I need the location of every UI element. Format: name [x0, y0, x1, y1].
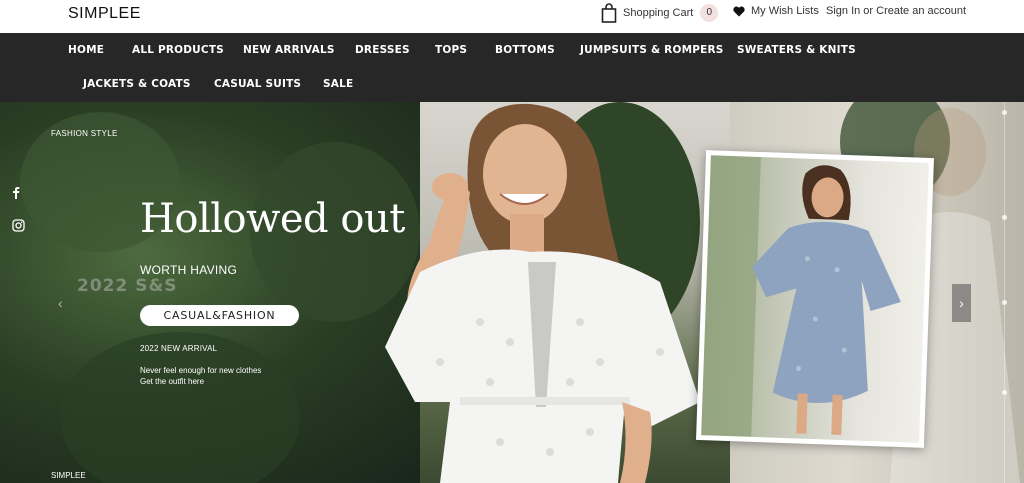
account-separator: or	[860, 5, 877, 17]
nav-item-home[interactable]: HOME	[68, 44, 104, 56]
create-account-link[interactable]: Create an account	[876, 5, 966, 17]
cart-count-badge: 0	[700, 4, 719, 22]
nav-item-all-products[interactable]: ALL PRODUCTS	[132, 44, 224, 56]
nav-item-casual-suits[interactable]: CASUAL SUITS	[214, 78, 301, 90]
slide-dot[interactable]	[1002, 300, 1007, 305]
hero-banner[interactable]: FASHION STYLE Hollowed out WORTH HAVING …	[0, 102, 1024, 483]
main-nav: HOME ALL PRODUCTS NEW ARRIVALS DRESSES T…	[0, 33, 1024, 102]
model-white-dress-illustration	[385, 103, 700, 483]
instagram-icon[interactable]	[12, 219, 25, 235]
slide-indicator-track	[1004, 102, 1005, 483]
nav-item-jumpsuits-rompers[interactable]: JUMPSUITS & ROMPERS	[580, 44, 724, 56]
hero-description-line: Never feel enough for new clothes	[140, 366, 262, 375]
hero-subheadline: WORTH HAVING	[140, 263, 238, 277]
facebook-icon[interactable]	[12, 186, 20, 202]
slide-dot[interactable]	[1002, 110, 1007, 115]
nav-item-bottoms[interactable]: BOTTOMS	[495, 44, 555, 56]
hero-description-line: Get the outfit here	[140, 377, 205, 386]
slide-dot[interactable]	[1002, 390, 1007, 395]
nav-item-jackets-coats[interactable]: JACKETS & COATS	[83, 78, 191, 90]
site-logo[interactable]: SIMPLEE	[68, 5, 141, 23]
featured-photo-card[interactable]	[696, 150, 934, 448]
hero-description: Never feel enough for new clothes Get th…	[140, 365, 261, 387]
slide-indicator	[1002, 102, 1008, 483]
shopping-bag-icon	[601, 3, 617, 23]
slide-dot[interactable]	[1002, 215, 1007, 220]
hero-arrival-label: 2022 NEW ARRIVAL	[140, 344, 218, 353]
hero-tagline: FASHION STYLE	[51, 129, 118, 138]
shopping-cart-link[interactable]: Shopping Cart 0	[601, 2, 719, 24]
nav-item-sale[interactable]: SALE	[323, 78, 353, 90]
hero-ghost-text: 2022 S&S	[77, 276, 178, 296]
nav-item-new-arrivals[interactable]: NEW ARRIVALS	[243, 44, 335, 56]
wishlist-link[interactable]: My Wish Lists	[733, 5, 819, 17]
sign-in-link[interactable]: Sign In	[826, 5, 860, 17]
nav-item-tops[interactable]: TOPS	[435, 44, 467, 56]
chevron-left-icon[interactable]: ‹	[58, 295, 63, 311]
casual-fashion-button[interactable]: CASUAL&FASHION	[140, 305, 299, 326]
chevron-right-icon[interactable]: ›	[952, 284, 971, 322]
nav-item-dresses[interactable]: DRESSES	[355, 44, 410, 56]
heart-icon	[733, 6, 745, 16]
cart-label: Shopping Cart	[623, 7, 694, 19]
model-blue-dress-illustration	[701, 155, 901, 437]
nav-item-sweaters-knits[interactable]: SWEATERS & KNITS	[737, 44, 856, 56]
account-links: Sign In or Create an account	[826, 5, 966, 17]
wishlist-label: My Wish Lists	[751, 5, 819, 17]
hero-headline: Hollowed out	[140, 196, 405, 242]
featured-photo	[701, 155, 929, 443]
hero-brand-footer: SIMPLEE	[51, 471, 86, 480]
top-bar: SIMPLEE Shopping Cart 0 My Wish Lists Si…	[0, 0, 1024, 33]
